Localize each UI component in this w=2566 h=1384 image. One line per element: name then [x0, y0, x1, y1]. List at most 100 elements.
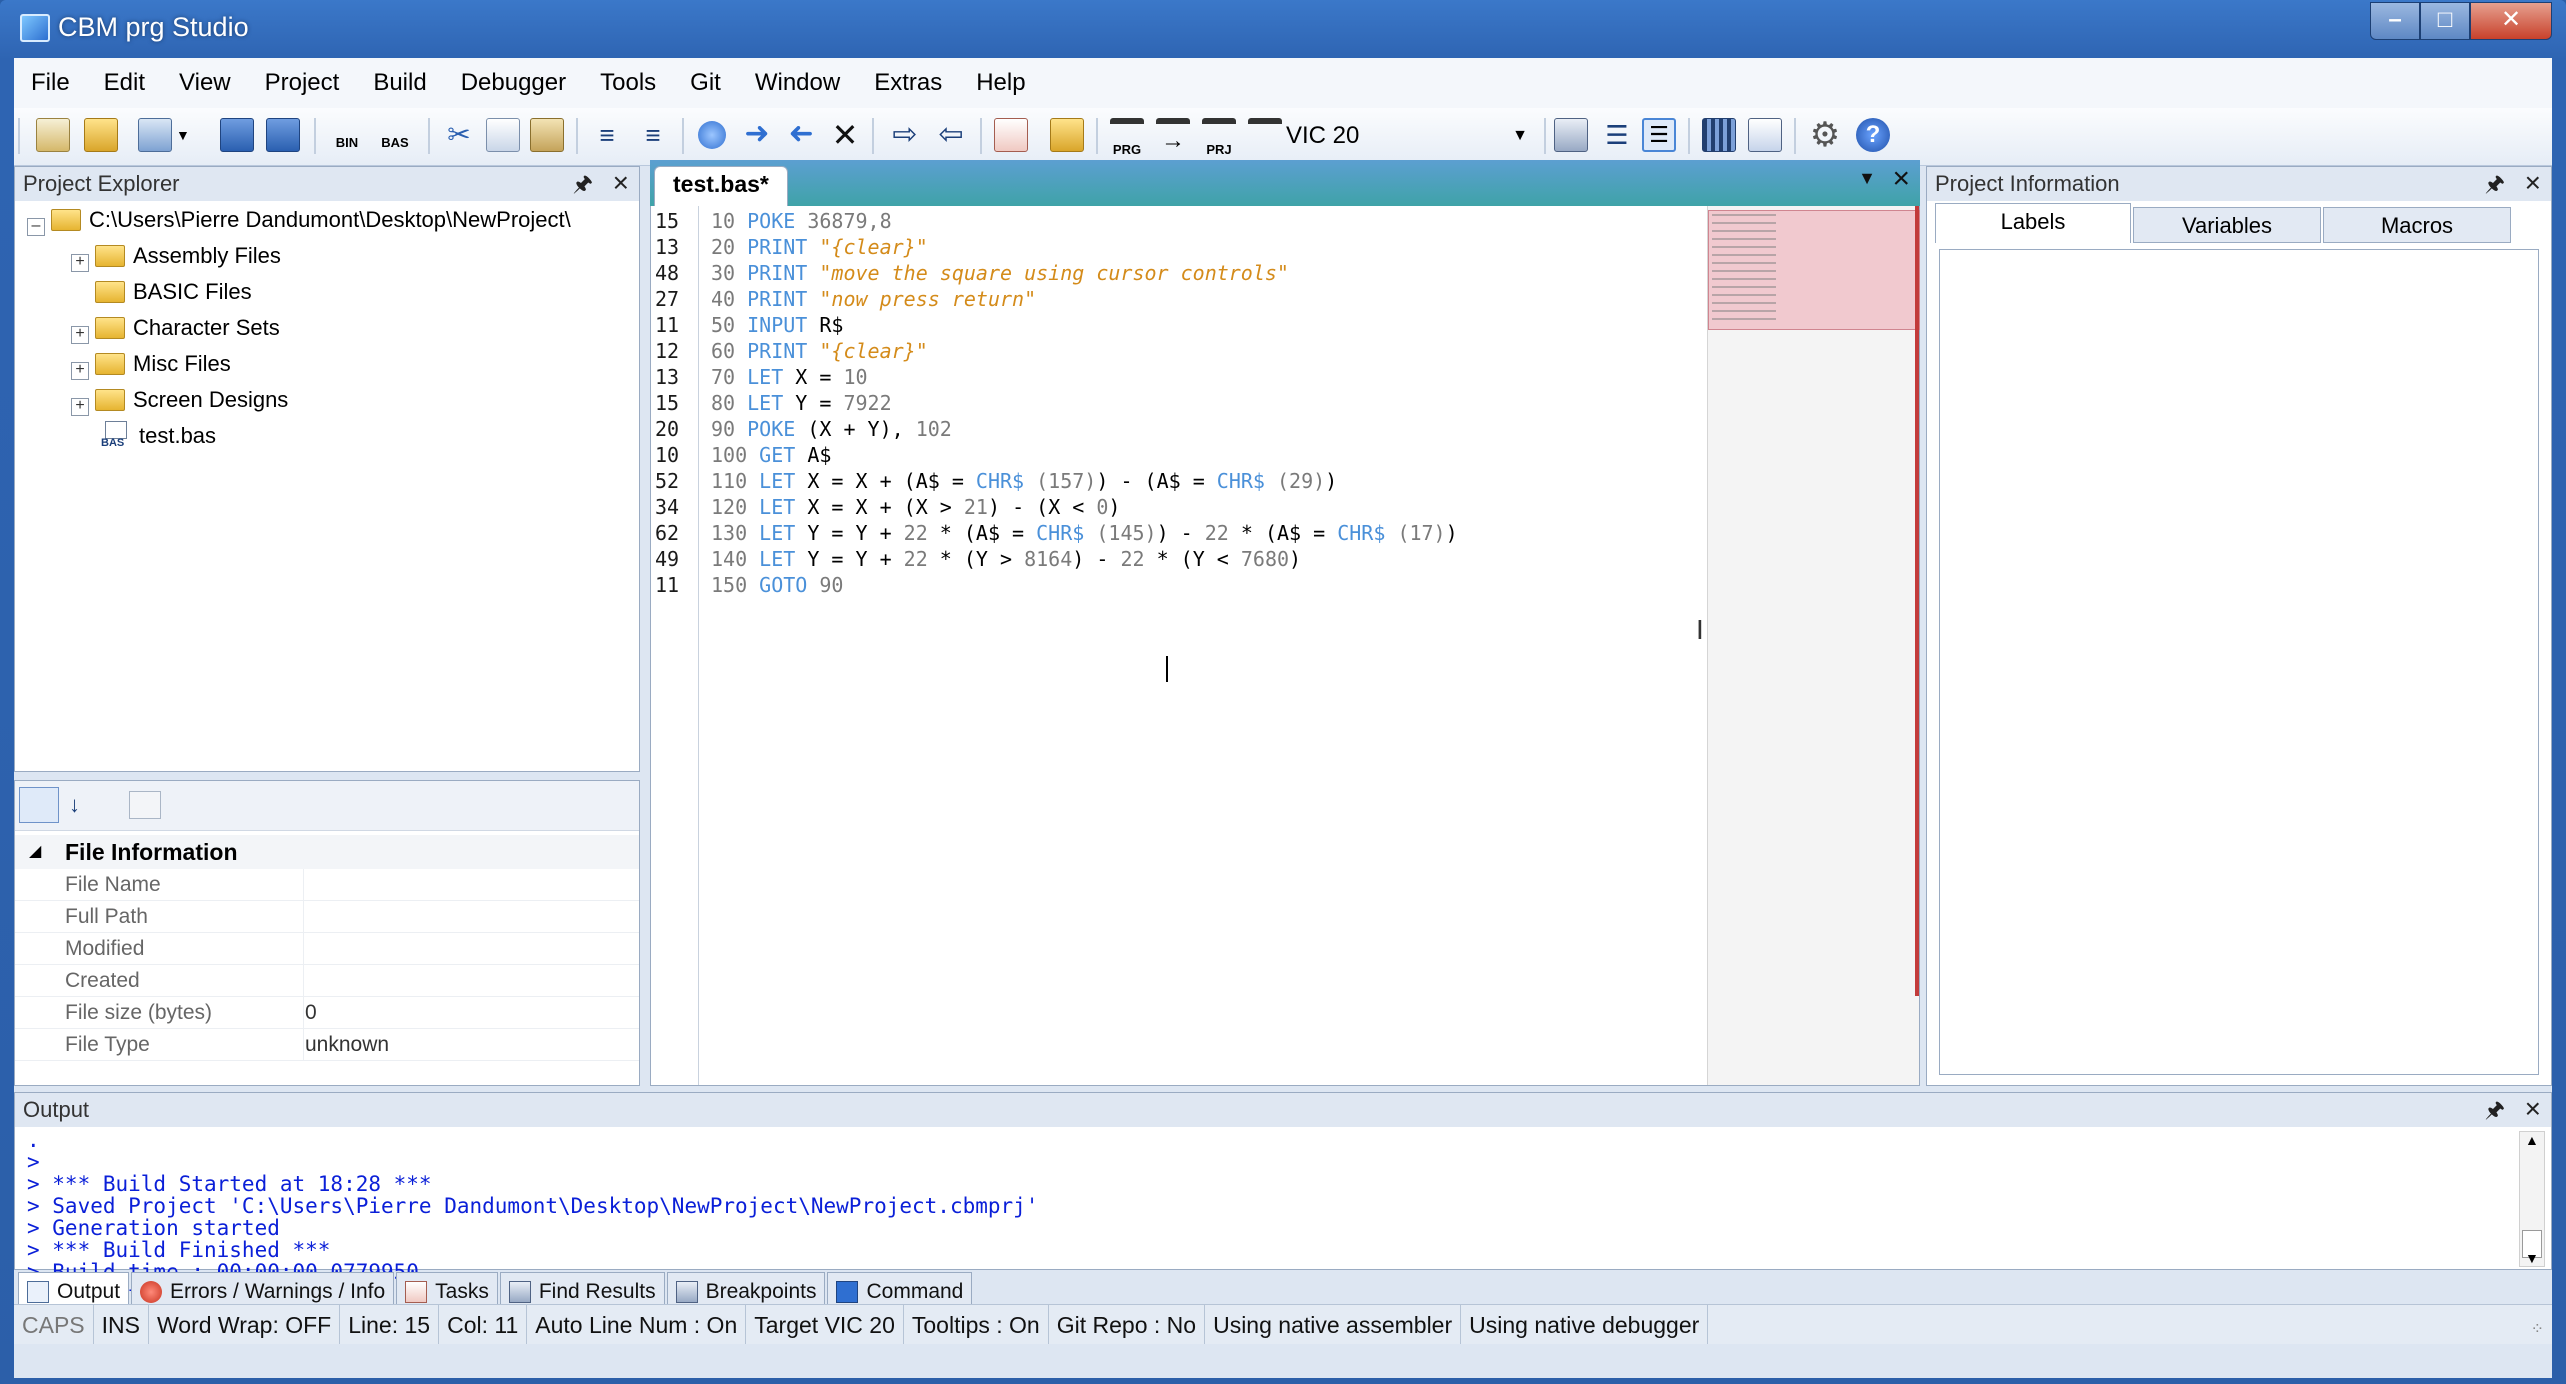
close-icon[interactable]: ×: [2525, 167, 2541, 199]
alphabetical-sort-icon[interactable]: ↓: [69, 787, 105, 823]
tab-labels[interactable]: Labels: [1935, 203, 2131, 243]
line-numbers-toggle-icon[interactable]: ☰: [1642, 118, 1676, 152]
expand-icon[interactable]: +: [71, 398, 89, 416]
close-icon[interactable]: ×: [613, 167, 629, 199]
comment-block-icon[interactable]: ⇨: [888, 118, 922, 152]
properties-section-header[interactable]: ◢ File Information: [15, 835, 639, 869]
tree-item-character-sets[interactable]: + Character Sets: [71, 311, 280, 345]
pin-icon[interactable]: 🖈: [2485, 167, 2505, 201]
tree-root[interactable]: – C:\Users\Pierre Dandumont\Desktop\NewPr…: [27, 203, 571, 237]
menu-debugger[interactable]: Debugger: [444, 69, 583, 97]
property-pages-icon[interactable]: [129, 791, 161, 819]
code-text[interactable]: 10 POKE 36879,8 20 PRINT "{clear}" 30 PRIN…: [711, 208, 1458, 598]
new-file-icon[interactable]: [138, 118, 172, 152]
new-project-icon[interactable]: [36, 118, 70, 152]
code-line[interactable]: 80 LET Y = 7922: [711, 390, 1458, 416]
open-project-folder-icon[interactable]: [1050, 118, 1084, 152]
edit-notes-icon[interactable]: [1748, 118, 1782, 152]
output-scrollbar[interactable]: ▲ ▼: [2519, 1131, 2545, 1267]
tab-list-dropdown-icon[interactable]: ▼: [1858, 168, 1876, 189]
copy-icon[interactable]: [486, 118, 520, 152]
maximize-button[interactable]: □: [2420, 2, 2470, 40]
labels-list[interactable]: [1939, 249, 2539, 1075]
pin-icon[interactable]: 🖈: [2485, 1093, 2505, 1127]
code-line[interactable]: 40 PRINT "now press return": [711, 286, 1458, 312]
breakpoint-icon[interactable]: [698, 121, 726, 149]
build-run-icon[interactable]: →: [1156, 118, 1190, 154]
expand-icon[interactable]: +: [71, 362, 89, 380]
build-bin-icon[interactable]: BIN: [330, 118, 364, 152]
code-line[interactable]: 110 LET X = X + (A$ = CHR$ (157)) - (A$ …: [711, 468, 1458, 494]
screen-designer-icon[interactable]: [1554, 118, 1588, 152]
menu-tools[interactable]: Tools: [583, 69, 673, 97]
numbered-list-icon[interactable]: ☰: [1600, 118, 1634, 152]
code-editor[interactable]: 15 13 48 27 11 12 13 15 20 10 52 34 62 49 11 10 POKE 3…: [650, 206, 1920, 1086]
tree-item-misc-files[interactable]: + Misc Files: [71, 347, 231, 381]
property-row[interactable]: File Name: [15, 869, 639, 901]
new-file-dropdown-icon[interactable]: ▼: [176, 118, 194, 152]
save-all-icon[interactable]: [266, 118, 300, 152]
close-button[interactable]: ✕: [2470, 2, 2552, 40]
paste-icon[interactable]: [530, 118, 564, 152]
scroll-up-icon[interactable]: ▲: [2525, 1132, 2539, 1148]
tree-item-screen-designs[interactable]: + Screen Designs: [71, 383, 288, 417]
cut-icon[interactable]: ✂: [442, 118, 476, 152]
menu-git[interactable]: Git: [673, 69, 738, 97]
build-prg-icon[interactable]: PRG: [1110, 118, 1144, 157]
code-line[interactable]: 90 POKE (X + Y), 102: [711, 416, 1458, 442]
code-line[interactable]: 10 POKE 36879,8: [711, 208, 1458, 234]
menu-extras[interactable]: Extras: [857, 69, 959, 97]
tab-test-bas[interactable]: test.bas*: [654, 166, 788, 206]
code-line[interactable]: 70 LET X = 10: [711, 364, 1458, 390]
resize-grip-icon[interactable]: ⁘: [2531, 1319, 2544, 1339]
code-line[interactable]: 50 INPUT R$: [711, 312, 1458, 338]
collapse-triangle-icon[interactable]: ◢: [29, 835, 41, 869]
close-icon[interactable]: ×: [2525, 1093, 2541, 1125]
code-line[interactable]: 120 LET X = X + (X > 21) - (X < 0): [711, 494, 1458, 520]
menu-window[interactable]: Window: [738, 69, 857, 97]
gear-icon[interactable]: ⚙: [1808, 118, 1842, 152]
menu-build[interactable]: Build: [356, 69, 443, 97]
menu-file[interactable]: File: [14, 69, 87, 97]
code-minimap[interactable]: [1707, 206, 1920, 1085]
tree-item-basic-files[interactable]: BASIC Files: [95, 275, 252, 309]
help-icon[interactable]: ?: [1856, 118, 1890, 152]
clear-bookmarks-icon[interactable]: ✕: [828, 118, 862, 152]
checklist-icon[interactable]: [994, 118, 1028, 152]
open-folder-icon[interactable]: [84, 118, 118, 152]
uncomment-block-icon[interactable]: ⇦: [934, 118, 968, 152]
collapse-icon[interactable]: –: [27, 218, 45, 236]
scroll-down-icon[interactable]: ▼: [2525, 1250, 2539, 1266]
build-project-icon[interactable]: PRJ: [1202, 118, 1236, 157]
code-line[interactable]: 30 PRINT "move the square using cursor c…: [711, 260, 1458, 286]
close-tab-icon[interactable]: ×: [1892, 162, 1910, 196]
rebuild-project-icon[interactable]: [1248, 118, 1282, 152]
property-row[interactable]: Modified: [15, 933, 639, 965]
property-row[interactable]: Created: [15, 965, 639, 997]
outdent-icon[interactable]: ≡: [636, 118, 670, 152]
categorized-icon[interactable]: [19, 787, 59, 823]
title-bar[interactable]: CBM prg Studio – □ ✕: [0, 0, 2566, 56]
property-row[interactable]: File Type unknown: [15, 1029, 639, 1061]
minimize-button[interactable]: –: [2370, 2, 2420, 40]
code-line[interactable]: 140 LET Y = Y + 22 * (Y > 8164) - 22 * (…: [711, 546, 1458, 572]
tree-item-test-bas[interactable]: BAS test.bas: [101, 419, 216, 453]
tab-variables[interactable]: Variables: [2133, 207, 2321, 243]
menu-project[interactable]: Project: [248, 69, 357, 97]
expand-icon[interactable]: +: [71, 254, 89, 272]
menu-help[interactable]: Help: [959, 69, 1042, 97]
code-line[interactable]: 130 LET Y = Y + 22 * (A$ = CHR$ (145)) -…: [711, 520, 1458, 546]
tree-item-assembly-files[interactable]: + Assembly Files: [71, 239, 281, 273]
code-line[interactable]: 100 GET A$: [711, 442, 1458, 468]
menu-view[interactable]: View: [162, 69, 248, 97]
property-row[interactable]: File size (bytes) 0: [15, 997, 639, 1029]
property-row[interactable]: Full Path: [15, 901, 639, 933]
pin-icon[interactable]: 🖈: [573, 167, 593, 201]
indent-icon[interactable]: ≡: [590, 118, 624, 152]
build-bas-icon[interactable]: BAS: [378, 118, 412, 152]
expand-icon[interactable]: +: [71, 326, 89, 344]
save-icon[interactable]: [220, 118, 254, 152]
tab-macros[interactable]: Macros: [2323, 207, 2511, 243]
previous-bookmark-icon[interactable]: ➜: [784, 117, 818, 152]
code-line[interactable]: 20 PRINT "{clear}": [711, 234, 1458, 260]
